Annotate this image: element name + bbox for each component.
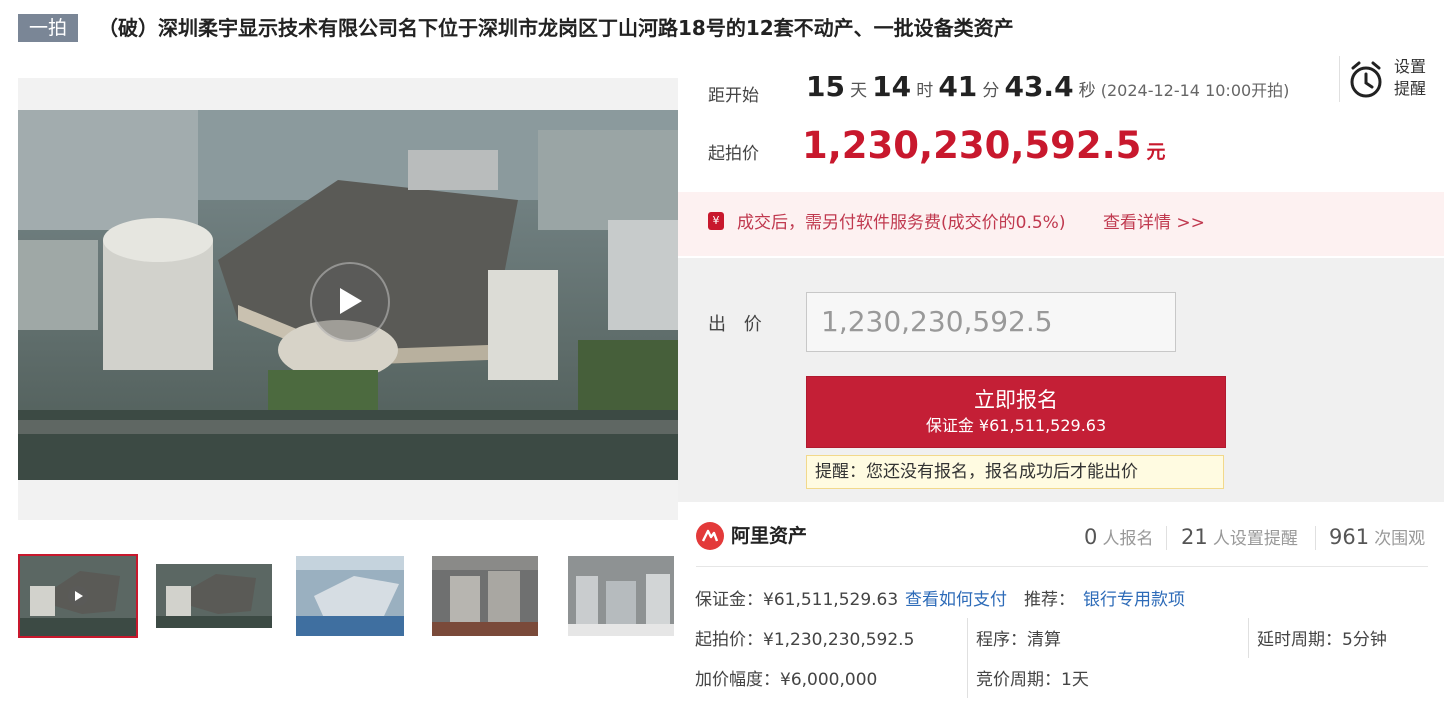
signup-button[interactable]: 立即报名 保证金 ¥61,511,529.63 — [806, 376, 1226, 448]
signup-deposit: 保证金 ¥61,511,529.63 — [925, 416, 1107, 435]
view-count-label: 次围观 — [1374, 529, 1426, 549]
reminder-label-2: 提醒 — [1394, 79, 1427, 98]
countdown-hours-unit: 时 — [916, 81, 934, 101]
start-price-label: 起拍价 — [708, 144, 759, 164]
divider — [1166, 526, 1167, 550]
platform-name: 阿里资产 — [731, 525, 808, 547]
countdown-minutes: 41 — [938, 70, 978, 103]
countdown-seconds-unit: 秒 — [1078, 81, 1096, 101]
divider — [1248, 618, 1249, 658]
signup-count-label: 人报名 — [1102, 529, 1154, 549]
increment-info: 加价幅度：¥6,000,000 — [695, 670, 878, 690]
view-count: 961 — [1329, 525, 1370, 549]
divider — [967, 658, 968, 698]
play-button[interactable] — [310, 262, 390, 342]
stat-signups: 0 人报名 — [1084, 524, 1153, 549]
countdown-hours: 14 — [872, 70, 912, 103]
start-price-unit: 元 — [1146, 141, 1166, 163]
countdown-label: 距开始 — [708, 86, 759, 106]
stat-views: 961 次围观 — [1329, 524, 1425, 549]
thumbnail-3[interactable] — [292, 554, 412, 638]
thumbnail-4[interactable] — [428, 554, 548, 638]
reminder-count: 21 — [1181, 525, 1208, 549]
stat-reminders: 21 人设置提醒 — [1181, 524, 1298, 549]
thumbnail-2[interactable] — [154, 554, 274, 638]
set-reminder-button[interactable]: 设置 提醒 — [1394, 56, 1434, 100]
reminder-label-1: 设置 — [1394, 57, 1427, 76]
countdown: 15 天 14 时 41 分 43.4 秒 (2024-12-14 10:00开… — [806, 70, 1289, 103]
signup-tip: 提醒：您还没有报名，报名成功后才能出价 — [806, 455, 1224, 489]
recommend-label: 推荐： — [1024, 590, 1075, 610]
fee-notice-text: 成交后，需另付软件服务费(成交价的0.5%) — [737, 213, 1066, 233]
signup-count: 0 — [1084, 525, 1098, 549]
ali-assets-logo-icon — [696, 522, 724, 550]
divider — [1339, 56, 1340, 102]
fee-details-link[interactable]: 查看详情 >> — [1103, 208, 1205, 233]
bid-input[interactable]: 1,230,230,592.5 — [806, 292, 1176, 352]
start-time: (2024-12-14 10:00开拍) — [1100, 81, 1290, 100]
start-price: 1,230,230,592.5 元 — [802, 124, 1166, 167]
auction-round-badge: 一拍 — [18, 14, 78, 42]
fee-icon: ¥ — [708, 212, 724, 230]
bid-period-info: 竞价周期：1天 — [976, 670, 1089, 690]
countdown-seconds: 43.4 — [1004, 70, 1074, 103]
countdown-days: 15 — [806, 70, 845, 103]
delay-period-info: 延时周期：5分钟 — [1257, 630, 1387, 650]
bank-account-link[interactable]: 银行专用款项 — [1083, 585, 1185, 610]
countdown-minutes-unit: 分 — [982, 81, 1000, 101]
procedure-info: 程序：清算 — [976, 630, 1061, 650]
signup-label: 立即报名 — [974, 388, 1058, 412]
divider — [967, 618, 968, 658]
how-to-pay-link[interactable]: 查看如何支付 — [905, 585, 1007, 610]
start-price-value: 1,230,230,592.5 — [802, 124, 1142, 167]
start-price-info: 起拍价：¥1,230,230,592.5 — [695, 630, 915, 650]
countdown-days-unit: 天 — [850, 81, 868, 101]
bid-label: 出 价 — [708, 314, 768, 335]
thumbnail-5[interactable] — [564, 554, 684, 638]
page-title: （破）深圳柔宇显示技术有限公司名下位于深圳市龙岗区丁山河路18号的12套不动产、… — [98, 16, 1014, 40]
thumbnail-1[interactable] — [18, 554, 138, 638]
alarm-clock-icon[interactable] — [1348, 60, 1384, 104]
reminder-count-label: 人设置提醒 — [1212, 529, 1298, 549]
deposit-info: 保证金：¥61,511,529.63 — [695, 590, 899, 610]
divider — [696, 566, 1428, 567]
play-icon — [340, 288, 362, 314]
divider — [1315, 526, 1316, 550]
